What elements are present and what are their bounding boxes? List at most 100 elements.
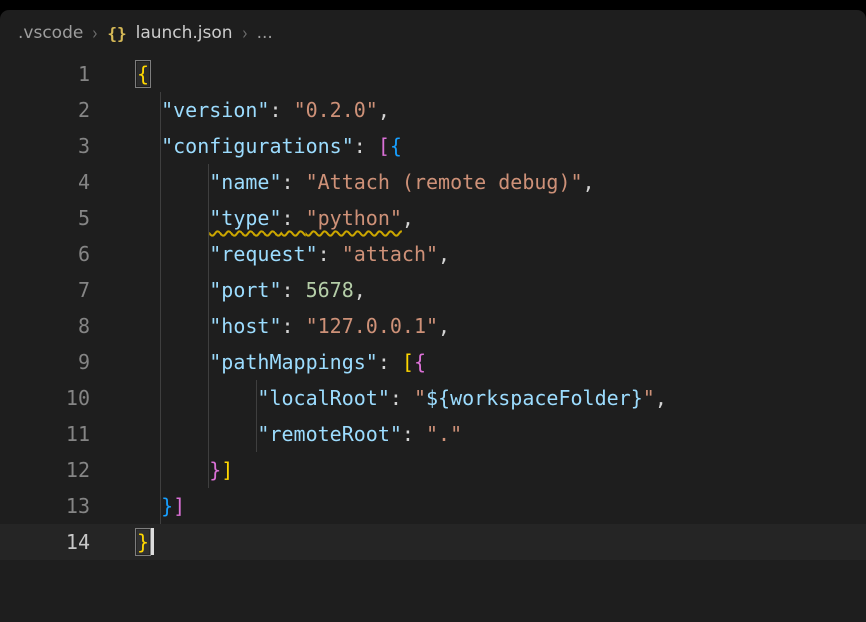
code-token: } — [209, 458, 221, 482]
line-number[interactable]: 10 — [0, 380, 90, 416]
editor-window: .vscode › {} launch.json › ... 1{2 "vers… — [0, 10, 866, 622]
code-token — [137, 170, 209, 194]
line-number[interactable]: 1 — [0, 56, 90, 92]
line-number[interactable]: 9 — [0, 344, 90, 380]
line-number[interactable]: 3 — [0, 128, 90, 164]
code-token: "Attach (remote debug)" — [306, 170, 583, 194]
line-number[interactable]: 13 — [0, 488, 90, 524]
code-token: 5678 — [306, 278, 354, 302]
code-token: , — [438, 314, 450, 338]
code-text: "name": "Attach (remote debug)", — [137, 164, 595, 200]
code-token: "pathMappings" — [209, 350, 378, 374]
line-number[interactable]: 14 — [0, 524, 90, 560]
code-token: "127.0.0.1" — [306, 314, 438, 338]
code-token: "version" — [161, 98, 269, 122]
code-token — [137, 98, 161, 122]
code-token: : — [318, 242, 342, 266]
code-token: "name" — [209, 170, 281, 194]
json-file-icon: {} — [107, 24, 126, 43]
code-line[interactable]: 7 "port": 5678, — [0, 272, 866, 308]
line-number[interactable]: 12 — [0, 452, 90, 488]
code-line[interactable]: 2 "version": "0.2.0", — [0, 92, 866, 128]
code-token: "localRoot" — [257, 386, 389, 410]
code-token — [137, 134, 161, 158]
code-token: { — [390, 134, 402, 158]
breadcrumb: .vscode › {} launch.json › ... — [0, 10, 866, 56]
code-token: : — [282, 170, 306, 194]
line-number[interactable]: 4 — [0, 164, 90, 200]
chevron-right-icon: › — [93, 22, 98, 45]
code-token: "0.2.0" — [294, 98, 378, 122]
code-text: { — [137, 56, 149, 92]
code-token: , — [438, 242, 450, 266]
code-token: ] — [221, 458, 233, 482]
code-text: }] — [137, 488, 185, 524]
matched-bracket: { — [137, 62, 149, 86]
code-token: , — [583, 170, 595, 194]
code-token: ${workspaceFolder} — [426, 386, 643, 410]
code-token — [137, 494, 161, 518]
code-token: ] — [173, 494, 185, 518]
code-token: { — [414, 350, 426, 374]
code-text: "configurations": [{ — [137, 128, 402, 164]
breadcrumb-symbol-more[interactable]: ... — [257, 23, 273, 43]
line-number[interactable]: 8 — [0, 308, 90, 344]
code-token: [ — [378, 134, 390, 158]
code-token: "remoteRoot" — [257, 422, 402, 446]
code-token — [137, 278, 209, 302]
code-token: , — [402, 206, 414, 230]
line-number[interactable]: 7 — [0, 272, 90, 308]
code-line[interactable]: 9 "pathMappings": [{ — [0, 344, 866, 380]
matched-bracket: } — [137, 530, 149, 554]
code-text: "port": 5678, — [137, 272, 366, 308]
line-number[interactable]: 11 — [0, 416, 90, 452]
code-token: : — [378, 350, 402, 374]
code-token: : — [402, 422, 426, 446]
chevron-right-icon: › — [242, 22, 247, 45]
code-line[interactable]: 11 "remoteRoot": "." — [0, 416, 866, 452]
code-token: : — [269, 98, 293, 122]
code-line[interactable]: 6 "request": "attach", — [0, 236, 866, 272]
code-token — [137, 242, 209, 266]
breadcrumb-file[interactable]: launch.json — [136, 23, 233, 43]
code-line[interactable]: 12 }] — [0, 452, 866, 488]
code-token: "configurations" — [161, 134, 354, 158]
line-number[interactable]: 6 — [0, 236, 90, 272]
window-top-bar — [0, 0, 866, 10]
code-token: " — [643, 386, 655, 410]
code-token: "type" — [209, 206, 281, 230]
code-token — [137, 458, 209, 482]
code-line[interactable]: 3 "configurations": [{ — [0, 128, 866, 164]
code-line[interactable]: 14} — [0, 524, 866, 560]
code-token: : — [354, 134, 378, 158]
code-token — [137, 206, 209, 230]
code-line[interactable]: 5 "type": "python", — [0, 200, 866, 236]
code-token — [137, 422, 257, 446]
code-token: "." — [426, 422, 462, 446]
code-token: , — [655, 386, 667, 410]
code-text: "request": "attach", — [137, 236, 450, 272]
code-line[interactable]: 4 "name": "Attach (remote debug)", — [0, 164, 866, 200]
code-text: "version": "0.2.0", — [137, 92, 390, 128]
code-token: , — [378, 98, 390, 122]
code-line[interactable]: 13 }] — [0, 488, 866, 524]
text-cursor — [151, 528, 154, 555]
code-token: : — [390, 386, 414, 410]
code-text: "pathMappings": [{ — [137, 344, 426, 380]
code-token: : — [282, 206, 306, 230]
code-token: : — [282, 314, 306, 338]
code-line[interactable]: 8 "host": "127.0.0.1", — [0, 308, 866, 344]
code-area[interactable]: 1{2 "version": "0.2.0",3 "configurations… — [0, 56, 866, 560]
code-token: , — [354, 278, 366, 302]
code-token: "host" — [209, 314, 281, 338]
code-line[interactable]: 1{ — [0, 56, 866, 92]
code-text: "remoteRoot": "." — [137, 416, 462, 452]
line-number[interactable]: 5 — [0, 200, 90, 236]
code-line[interactable]: 10 "localRoot": "${workspaceFolder}", — [0, 380, 866, 416]
line-number[interactable]: 2 — [0, 92, 90, 128]
breadcrumb-folder[interactable]: .vscode — [18, 23, 83, 43]
code-text: } — [137, 524, 154, 560]
code-text: "localRoot": "${workspaceFolder}", — [137, 380, 667, 416]
code-token: "request" — [209, 242, 317, 266]
code-text: }] — [137, 452, 233, 488]
